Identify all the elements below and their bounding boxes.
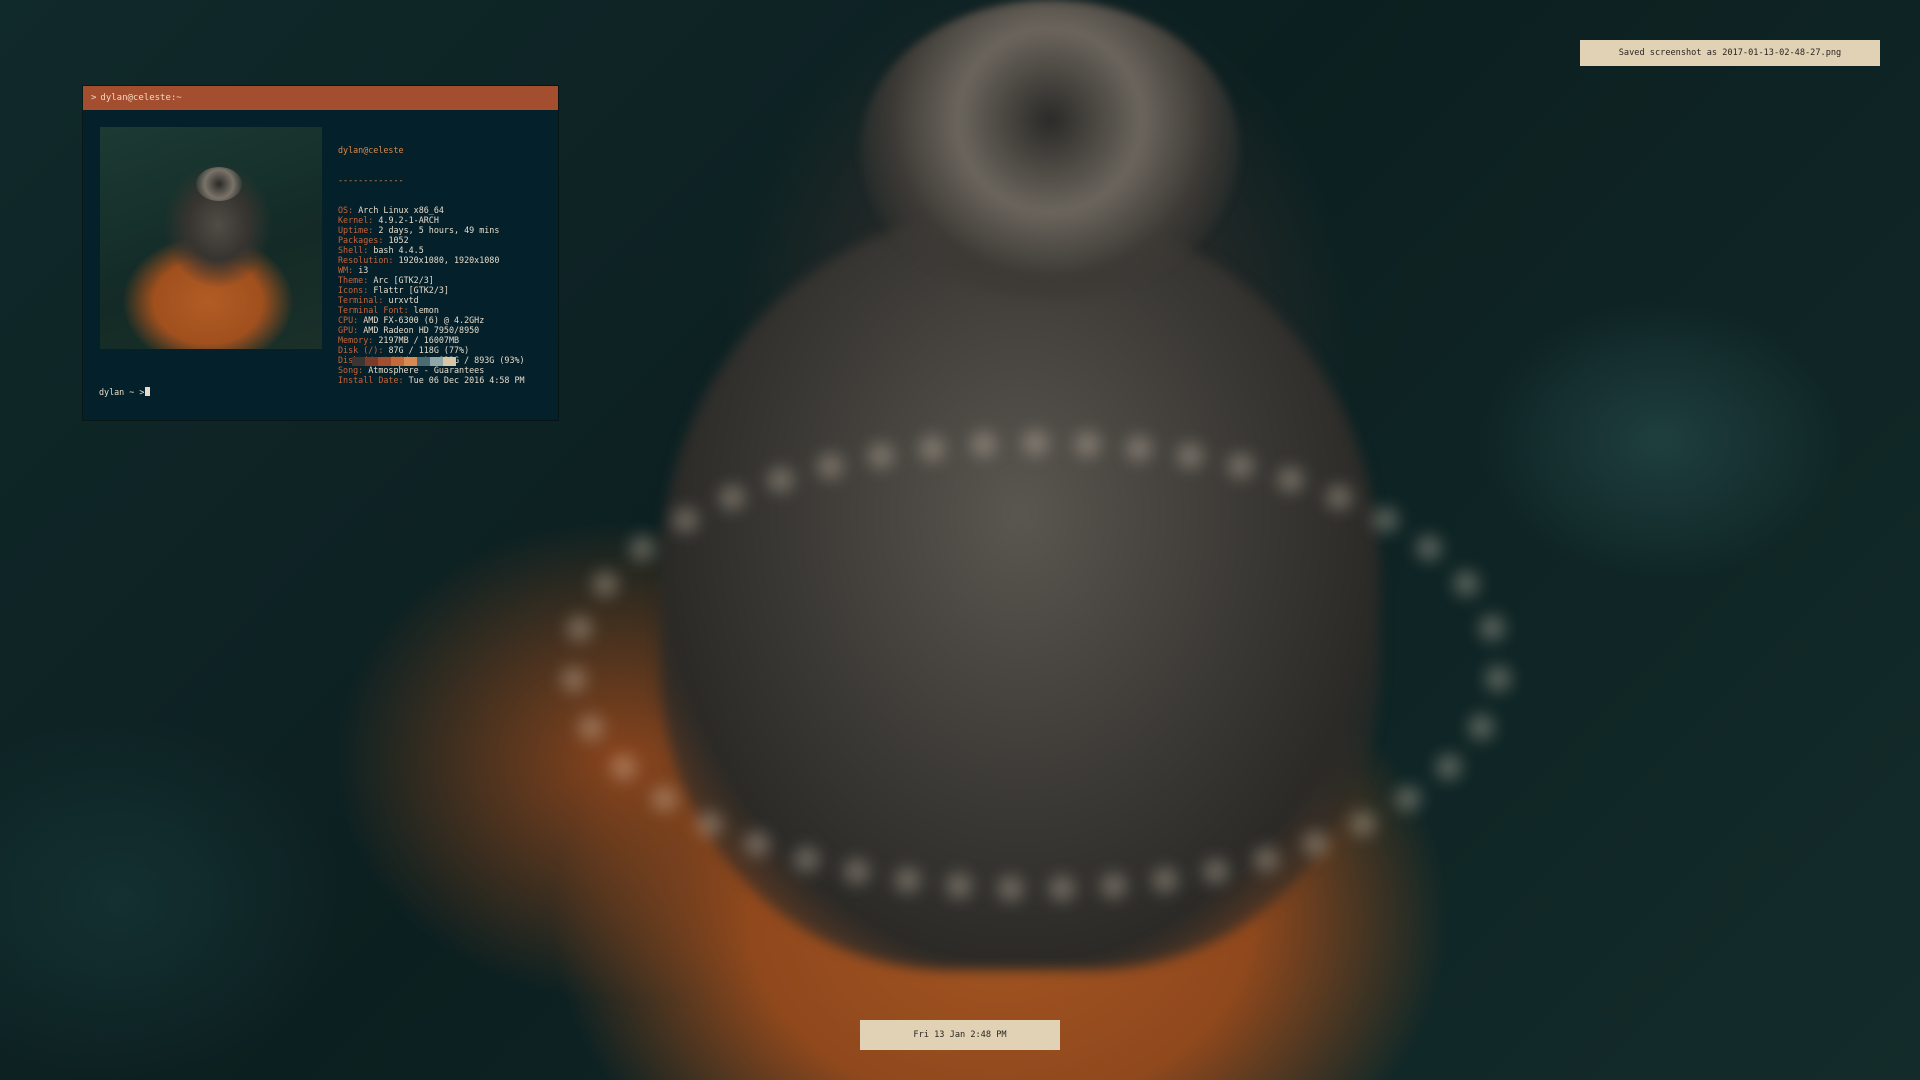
palette-swatch [365,357,378,366]
info-key: Terminal [338,295,379,305]
info-row: Uptime: 2 days, 5 hours, 49 mins [338,225,525,235]
info-row: Resolution: 1920x1080, 1920x1080 [338,255,525,265]
info-row: Memory: 2197MB / 16007MB [338,335,525,345]
info-colon: : [388,255,399,265]
info-colon: : [363,245,374,255]
info-key: Song [338,365,359,375]
info-row: WM: i3 [338,265,525,275]
info-colon: : [368,335,379,345]
notification-text: Saved screenshot as 2017-01-13-02-48-27.… [1618,48,1842,58]
info-key: WM [338,265,349,275]
palette-swatch [391,357,404,366]
info-row: Terminal Font: lemon [338,305,525,315]
palette-swatch [443,357,456,366]
info-user-host: dylan@celeste [338,145,404,155]
info-row: Theme: Arc [GTK2/3] [338,275,525,285]
info-row: GPU: AMD Radeon HD 7950/8950 [338,325,525,335]
info-colon: : [358,365,369,375]
info-value: i3 [358,265,369,275]
info-key: GPU [338,325,354,335]
palette-swatch [352,357,365,366]
color-palette [352,357,456,366]
info-colon: : [368,225,379,235]
text-cursor [145,387,151,396]
info-value: Atmosphere - Guarantees [368,365,485,375]
info-value: 1052 [388,235,409,245]
info-value: urxvtd [388,295,419,305]
info-row: OS: Arch Linux x86_64 [338,205,525,215]
info-row: CPU: AMD FX-6300 (6) @ 4.2GHz [338,315,525,325]
info-colon: : [403,305,414,315]
info-key: Memory [338,335,369,345]
info-row: Kernel: 4.9.2-1-ARCH [338,215,525,225]
info-colon: : [398,375,409,385]
info-colon: : [348,205,359,215]
shell-prompt[interactable]: dylan ~ > [99,387,151,397]
info-row: Terminal: urxvtd [338,295,525,305]
wallpaper-thumbnail [100,127,322,349]
info-value: Arc [GTK2/3] [373,275,434,285]
terminal-titlebar[interactable]: > dylan@celeste:~ [83,86,558,110]
info-key: Packages [338,235,379,245]
info-key: Theme [338,275,364,285]
screenshot-notification[interactable]: Saved screenshot as 2017-01-13-02-48-27.… [1580,40,1880,66]
info-key: Install Date [338,375,399,385]
desktop: > dylan@celeste:~ dylan@celeste ---------… [0,0,1920,1080]
info-value: Flattr [GTK2/3] [373,285,449,295]
palette-swatch [404,357,417,366]
info-key: Kernel [338,215,369,225]
info-colon: : [368,215,379,225]
info-colon: : [378,295,389,305]
info-key: CPU [338,315,354,325]
info-colon: : [348,265,359,275]
info-key: Terminal Font [338,305,404,315]
info-colon: : [353,325,364,335]
info-value: 2197MB / 16007MB [378,335,460,345]
info-value: lemon [413,305,439,315]
info-row: Shell: bash 4.4.5 [338,245,525,255]
info-key: Disk (/) [338,345,379,355]
system-info: dylan@celeste ------------- OS: Arch Lin… [338,125,525,385]
info-value: bash 4.4.5 [373,245,424,255]
wallpaper-hair-bun [860,0,1240,300]
info-colon: : [353,315,364,325]
shell-prompt-text: dylan ~ > [99,387,145,397]
info-key: Uptime [338,225,369,235]
info-value: 1920x1080, 1920x1080 [398,255,500,265]
info-row: Disk (/): 87G / 118G (77%) [338,345,525,355]
palette-swatch [430,357,443,366]
info-value: AMD Radeon HD 7950/8950 [363,325,480,335]
clock-text: Fri 13 Jan 2:48 PM [913,1030,1007,1040]
clock-bar[interactable]: Fri 13 Jan 2:48 PM [860,1020,1060,1050]
palette-swatch [378,357,391,366]
info-key: Resolution [338,255,389,265]
info-colon: : [378,345,389,355]
info-colon: : [378,235,389,245]
info-colon: : [363,275,374,285]
info-colon: : [363,285,374,295]
info-value: Arch Linux x86_64 [358,205,444,215]
palette-swatch [417,357,430,366]
info-key: Shell [338,245,364,255]
info-key: OS [338,205,349,215]
info-row: Icons: Flattr [GTK2/3] [338,285,525,295]
info-row: Install Date: Tue 06 Dec 2016 4:58 PM [338,375,525,385]
info-value: Tue 06 Dec 2016 4:58 PM [408,375,525,385]
terminal-window[interactable]: > dylan@celeste:~ dylan@celeste ---------… [83,86,558,420]
thumbnail-figure [196,167,242,201]
info-key: Icons [338,285,364,295]
info-row: Packages: 1052 [338,235,525,245]
info-row: Song: Atmosphere - Guarantees [338,365,525,375]
terminal-prompt-icon: > [91,93,97,103]
wallpaper-collar [560,430,1512,902]
info-value: 87G / 118G (77%) [388,345,470,355]
info-separator: ------------- [338,175,404,185]
info-value: AMD FX-6300 (6) @ 4.2GHz [363,315,485,325]
terminal-title: dylan@celeste:~ [100,93,182,103]
info-value: 4.9.2-1-ARCH [378,215,439,225]
terminal-body[interactable]: dylan@celeste ------------- OS: Arch Lin… [83,110,558,420]
info-value: 2 days, 5 hours, 49 mins [378,225,500,235]
